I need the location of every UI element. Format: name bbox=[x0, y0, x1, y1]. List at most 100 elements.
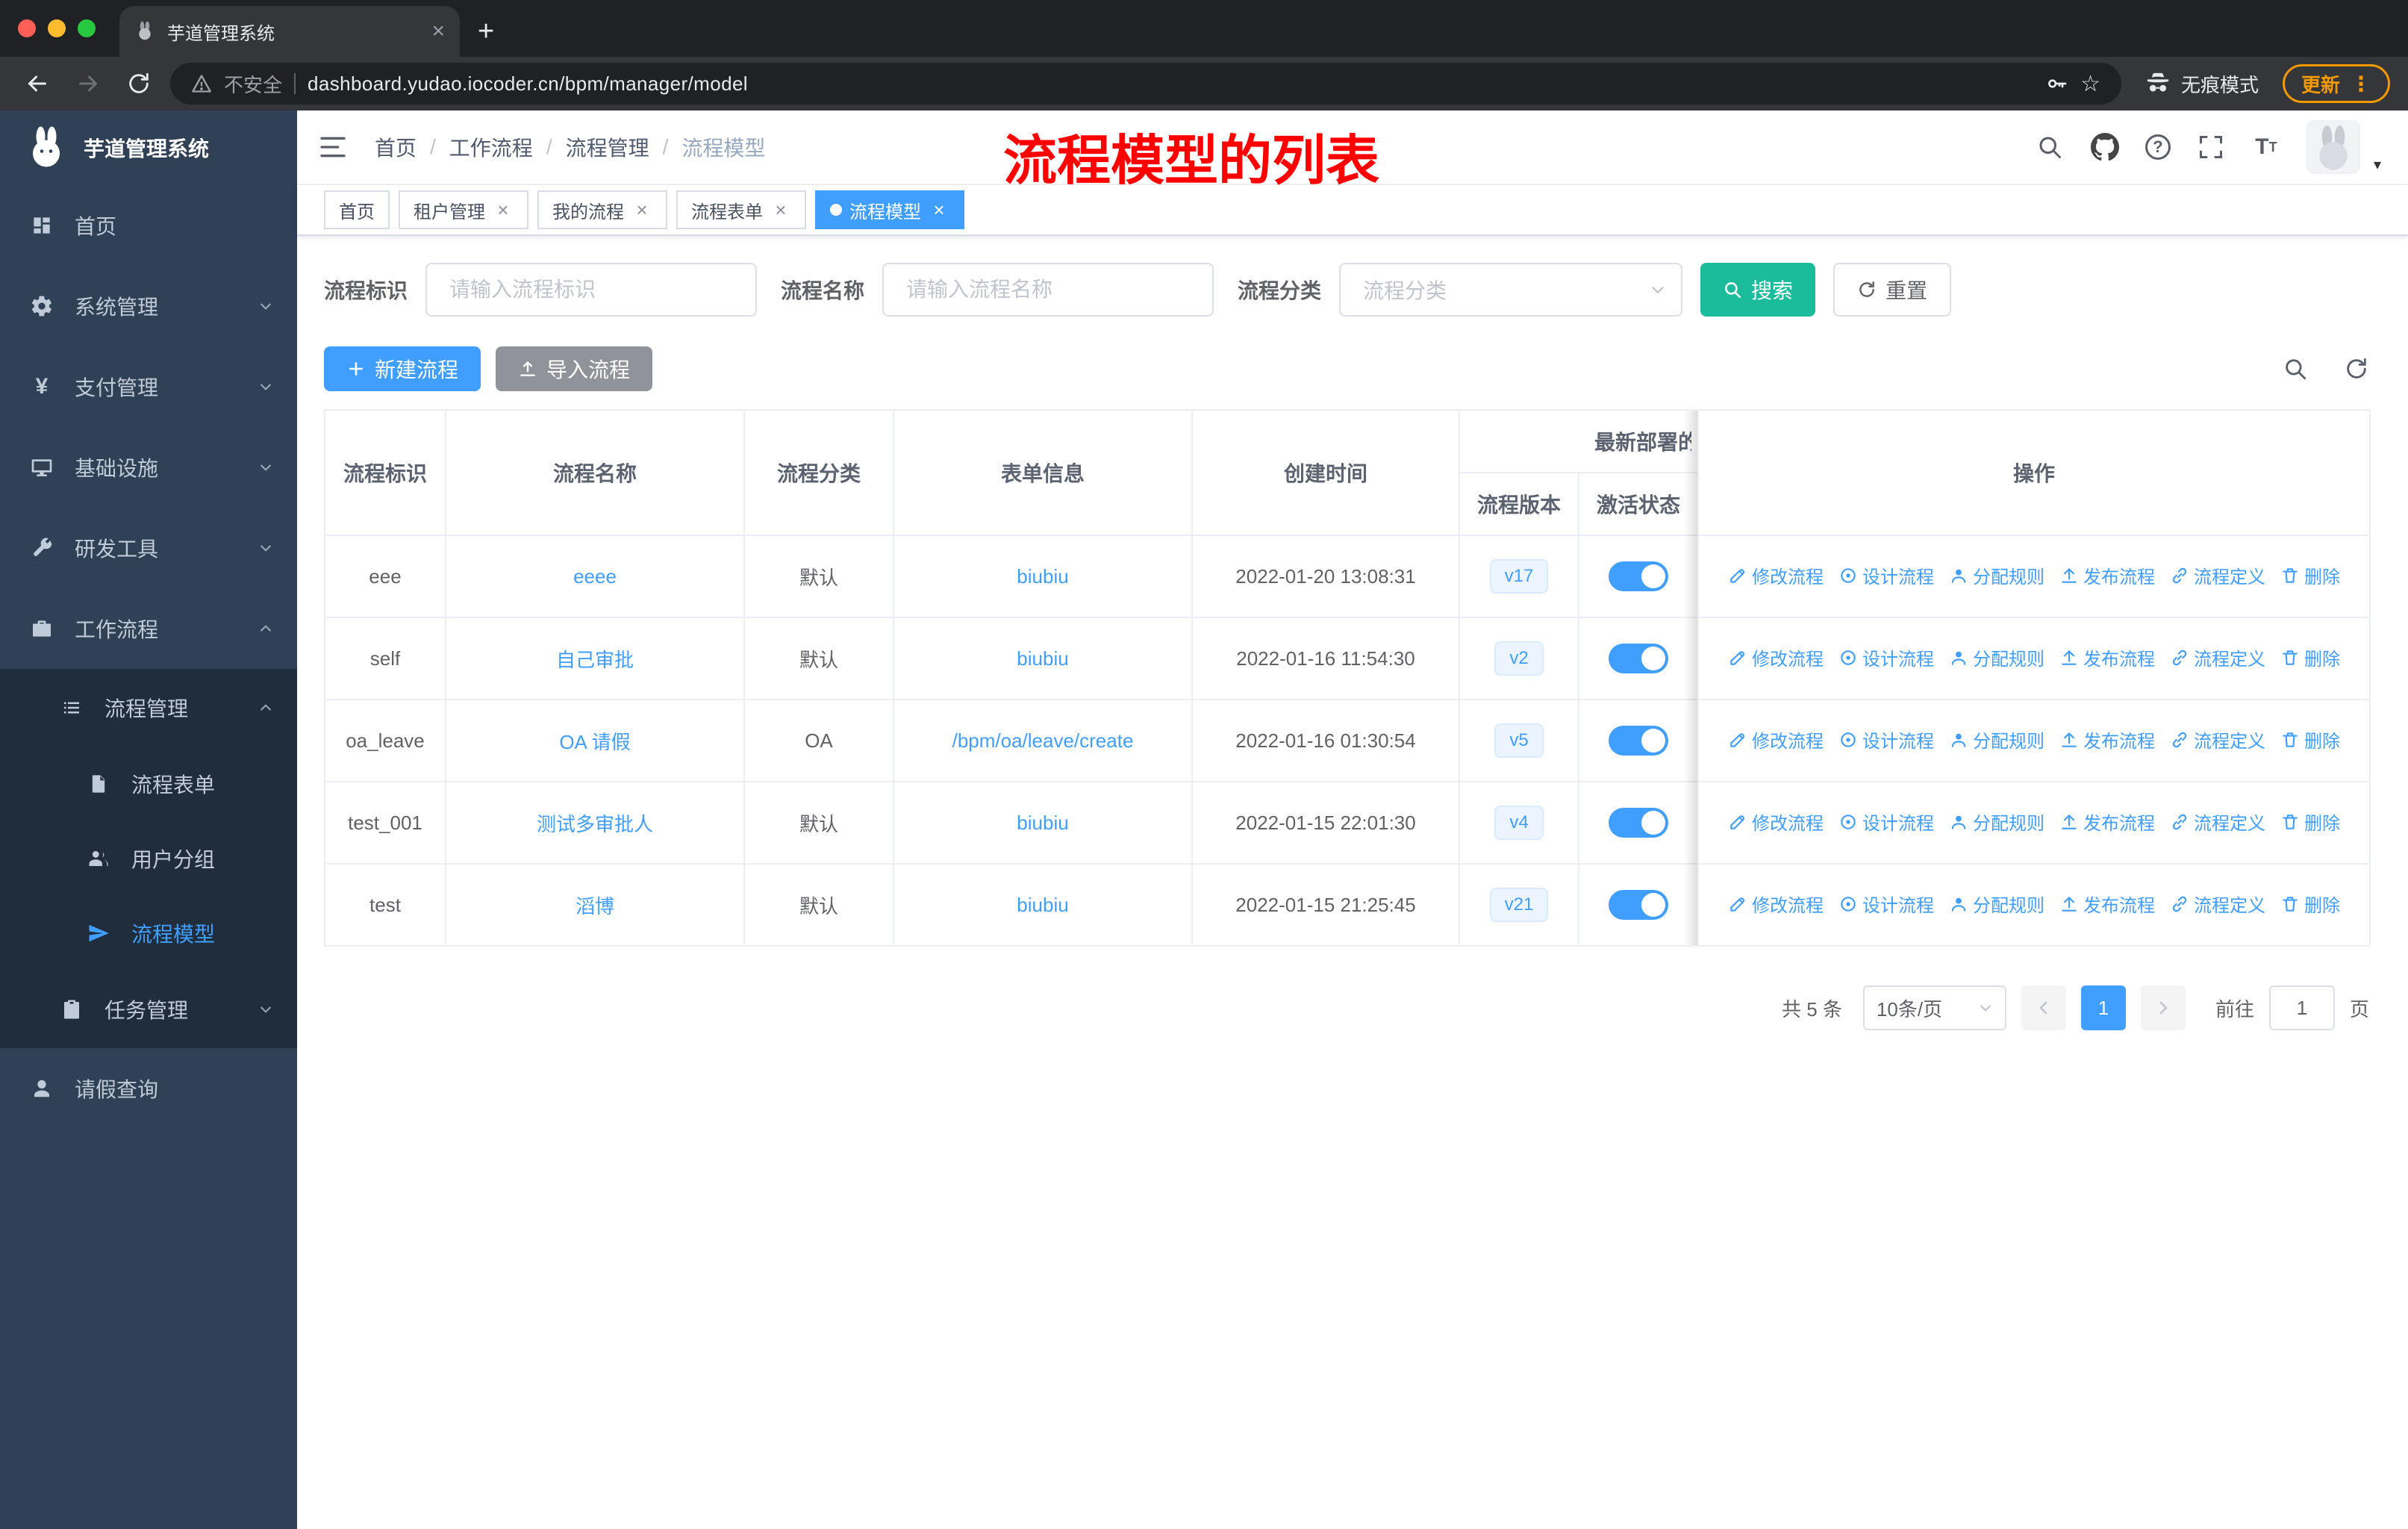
process-name-link[interactable]: 测试多审批人 bbox=[537, 813, 653, 835]
refresh-icon[interactable] bbox=[2344, 356, 2369, 382]
breadcrumb-home[interactable]: 首页 bbox=[375, 132, 417, 162]
update-button[interactable]: 更新 ⋮ bbox=[2282, 64, 2390, 103]
tag-process-form[interactable]: 流程表单 × bbox=[676, 190, 806, 229]
action-modify-process[interactable]: 修改流程 bbox=[1728, 809, 1824, 835]
tag-my-process[interactable]: 我的流程 × bbox=[537, 190, 667, 229]
action-delete[interactable]: 删除 bbox=[2280, 891, 2340, 917]
browser-tab[interactable]: 芋道管理系统 × bbox=[119, 6, 460, 57]
action-process-definition[interactable]: 流程定义 bbox=[2170, 726, 2265, 753]
breadcrumb-workflow[interactable]: 工作流程 bbox=[449, 132, 533, 162]
action-design-process[interactable]: 设计流程 bbox=[1838, 644, 1934, 670]
action-delete[interactable]: 删除 bbox=[2280, 644, 2340, 670]
sidebar-item-user-group[interactable]: 用户分组 bbox=[0, 821, 297, 896]
action-assign-rules[interactable]: 分配规则 bbox=[1949, 644, 2044, 670]
font-size-icon[interactable]: TT bbox=[2251, 132, 2281, 162]
goto-page-input[interactable] bbox=[2268, 985, 2335, 1030]
menu-dots-icon[interactable]: ⋮ bbox=[2351, 72, 2371, 96]
sidebar-item-infrastructure[interactable]: 基础设施 bbox=[0, 427, 297, 508]
tag-close-icon[interactable]: × bbox=[770, 199, 791, 222]
action-assign-rules[interactable]: 分配规则 bbox=[1949, 809, 2044, 835]
action-modify-process[interactable]: 修改流程 bbox=[1728, 644, 1824, 670]
action-modify-process[interactable]: 修改流程 bbox=[1728, 891, 1824, 917]
active-toggle[interactable] bbox=[1609, 808, 1668, 838]
sidebar-item-payment-management[interactable]: ¥ 支付管理 bbox=[0, 346, 297, 427]
action-process-definition[interactable]: 流程定义 bbox=[2170, 644, 2265, 670]
create-process-button[interactable]: 新建流程 bbox=[324, 346, 481, 391]
reload-button[interactable] bbox=[119, 64, 158, 103]
sidebar-item-process-model[interactable]: 流程模型 bbox=[0, 896, 297, 971]
process-name-link[interactable]: OA 请假 bbox=[559, 731, 630, 753]
import-process-button[interactable]: 导入流程 bbox=[496, 346, 653, 391]
reset-button[interactable]: 重置 bbox=[1833, 263, 1952, 317]
tag-process-model[interactable]: 流程模型 × bbox=[815, 190, 964, 229]
process-name-input[interactable] bbox=[882, 263, 1214, 317]
window-close-button[interactable] bbox=[18, 19, 36, 37]
search-button[interactable]: 搜索 bbox=[1700, 263, 1816, 317]
form-info-link[interactable]: biubiu bbox=[1017, 565, 1068, 588]
action-publish-process[interactable]: 发布流程 bbox=[2059, 562, 2155, 588]
back-button[interactable] bbox=[18, 64, 57, 103]
action-process-definition[interactable]: 流程定义 bbox=[2170, 891, 2265, 917]
action-design-process[interactable]: 设计流程 bbox=[1838, 891, 1934, 917]
search-icon[interactable] bbox=[2035, 132, 2065, 162]
action-process-definition[interactable]: 流程定义 bbox=[2170, 562, 2265, 588]
toggle-search-icon[interactable] bbox=[2283, 356, 2308, 382]
prev-page-button[interactable] bbox=[2021, 985, 2066, 1030]
action-design-process[interactable]: 设计流程 bbox=[1838, 562, 1934, 588]
tag-close-icon[interactable]: × bbox=[631, 199, 652, 222]
action-delete[interactable]: 删除 bbox=[2280, 726, 2340, 753]
sidebar-item-workflow[interactable]: 工作流程 bbox=[0, 588, 297, 669]
process-name-link[interactable]: 滔博 bbox=[576, 895, 614, 918]
github-icon[interactable] bbox=[2090, 132, 2120, 162]
form-info-link[interactable]: biubiu bbox=[1017, 894, 1068, 916]
sidebar-item-home[interactable]: 首页 bbox=[0, 185, 297, 266]
forward-button[interactable] bbox=[69, 64, 107, 103]
form-info-link[interactable]: /bpm/oa/leave/create bbox=[952, 729, 1134, 752]
sidebar-item-leave-query[interactable]: 请假查询 bbox=[0, 1048, 297, 1129]
action-design-process[interactable]: 设计流程 bbox=[1838, 809, 1934, 835]
tag-tenant-management[interactable]: 租户管理 × bbox=[399, 190, 528, 229]
active-toggle[interactable] bbox=[1609, 561, 1668, 591]
tag-close-icon[interactable]: × bbox=[929, 199, 949, 222]
current-page-button[interactable]: 1 bbox=[2080, 985, 2126, 1030]
action-delete[interactable]: 删除 bbox=[2280, 562, 2340, 588]
action-modify-process[interactable]: 修改流程 bbox=[1728, 726, 1824, 753]
active-toggle[interactable] bbox=[1609, 644, 1668, 673]
hamburger-icon[interactable] bbox=[318, 132, 348, 162]
bookmark-star-icon[interactable]: ☆ bbox=[2080, 71, 2100, 97]
sidebar-item-task-management[interactable]: 任务管理 bbox=[0, 971, 297, 1048]
window-zoom-button[interactable] bbox=[78, 19, 96, 37]
action-publish-process[interactable]: 发布流程 bbox=[2059, 644, 2155, 670]
key-icon[interactable] bbox=[2044, 72, 2068, 96]
sidebar-item-process-management[interactable]: 流程管理 bbox=[0, 669, 297, 747]
active-toggle[interactable] bbox=[1609, 726, 1668, 756]
action-publish-process[interactable]: 发布流程 bbox=[2059, 726, 2155, 753]
process-id-input[interactable] bbox=[425, 263, 758, 317]
window-minimize-button[interactable] bbox=[48, 19, 66, 37]
action-delete[interactable]: 删除 bbox=[2280, 809, 2340, 835]
fullscreen-icon[interactable] bbox=[2196, 132, 2226, 162]
action-design-process[interactable]: 设计流程 bbox=[1838, 726, 1934, 753]
action-assign-rules[interactable]: 分配规则 bbox=[1949, 562, 2044, 588]
tab-close-icon[interactable]: × bbox=[431, 19, 445, 44]
active-toggle[interactable] bbox=[1609, 890, 1668, 920]
breadcrumb-process-management[interactable]: 流程管理 bbox=[566, 132, 649, 162]
action-assign-rules[interactable]: 分配规则 bbox=[1949, 726, 2044, 753]
url-bar[interactable]: 不安全 dashboard.yudao.iocoder.cn/bpm/manag… bbox=[170, 63, 2121, 105]
tag-close-icon[interactable]: × bbox=[493, 199, 514, 222]
new-tab-button[interactable]: + bbox=[478, 16, 494, 48]
action-publish-process[interactable]: 发布流程 bbox=[2059, 809, 2155, 835]
help-icon[interactable]: ? bbox=[2145, 134, 2171, 160]
action-process-definition[interactable]: 流程定义 bbox=[2170, 809, 2265, 835]
tag-home[interactable]: 首页 bbox=[324, 190, 390, 229]
form-info-link[interactable]: biubiu bbox=[1017, 812, 1068, 834]
avatar[interactable] bbox=[2306, 120, 2360, 174]
form-info-link[interactable]: biubiu bbox=[1017, 647, 1068, 670]
process-name-link[interactable]: eeee bbox=[573, 565, 617, 588]
page-size-select[interactable]: 10条/页 bbox=[1862, 985, 2006, 1030]
action-publish-process[interactable]: 发布流程 bbox=[2059, 891, 2155, 917]
process-name-link[interactable]: 自己审批 bbox=[556, 649, 634, 671]
category-select[interactable]: 流程分类 bbox=[1339, 263, 1683, 317]
sidebar-item-dev-tools[interactable]: 研发工具 bbox=[0, 508, 297, 588]
security-warning-icon[interactable] bbox=[191, 73, 212, 94]
